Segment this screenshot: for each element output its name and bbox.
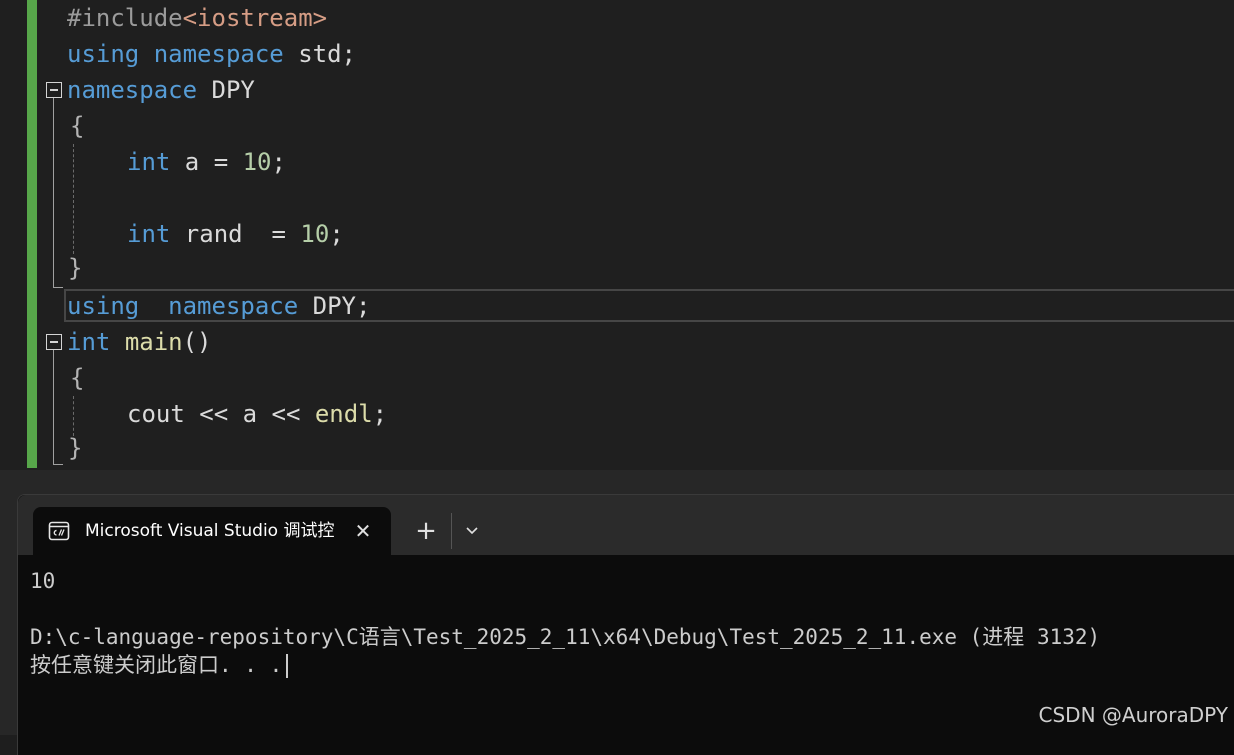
- fold-guide-corner: [53, 464, 63, 465]
- indent-guide: [73, 144, 74, 254]
- code-line-5: int a = 10;: [127, 148, 286, 176]
- console-output-line: 按任意键关闭此窗口. . .: [30, 651, 289, 679]
- text-cursor: [286, 654, 289, 678]
- tab-separator: [451, 513, 452, 549]
- console-icon: [48, 521, 70, 541]
- code-line-3: namespace DPY: [67, 76, 255, 104]
- close-tab-icon[interactable]: ✕: [351, 519, 375, 543]
- code-line-10: int main(): [67, 328, 212, 356]
- watermark: CSDN @AuroraDPY: [1038, 703, 1228, 727]
- fold-guide-corner: [53, 287, 63, 288]
- collapse-main-icon[interactable]: [46, 334, 62, 350]
- code-line-4: {: [70, 112, 85, 140]
- fold-guide-line: [53, 350, 54, 464]
- code-line-12: cout << a << endl;: [127, 400, 388, 428]
- new-tab-button[interactable]: +: [414, 517, 438, 545]
- chevron-down-icon[interactable]: [462, 521, 482, 541]
- code-line-8: }: [68, 254, 83, 282]
- change-tracking-bar: [27, 0, 37, 468]
- code-line-2: using namespace std;: [67, 40, 356, 68]
- tab-title: Microsoft Visual Studio 调试控制台: [85, 521, 335, 541]
- tab-debug-console[interactable]: Microsoft Visual Studio 调试控制台 ✕: [33, 507, 391, 555]
- code-line-13: }: [68, 434, 83, 462]
- code-line-7: int rand = 10;: [127, 220, 344, 248]
- code-line-9: using namespace DPY;: [67, 292, 371, 320]
- code-editor[interactable]: #include<iostream> using namespace std; …: [0, 0, 1234, 470]
- console-output-line: 10: [30, 569, 56, 593]
- terminal-tab-bar: Microsoft Visual Studio 调试控制台 ✕ +: [18, 495, 1234, 555]
- fold-guide-line: [53, 98, 54, 287]
- console-output-line: D:\c-language-repository\C语言\Test_2025_2…: [30, 625, 1101, 649]
- code-line-11: {: [70, 364, 85, 392]
- collapse-namespace-icon[interactable]: [46, 82, 62, 98]
- code-line-1: #include<iostream>: [67, 4, 328, 32]
- console-prompt-text: 按任意键关闭此窗口. . .: [30, 653, 283, 677]
